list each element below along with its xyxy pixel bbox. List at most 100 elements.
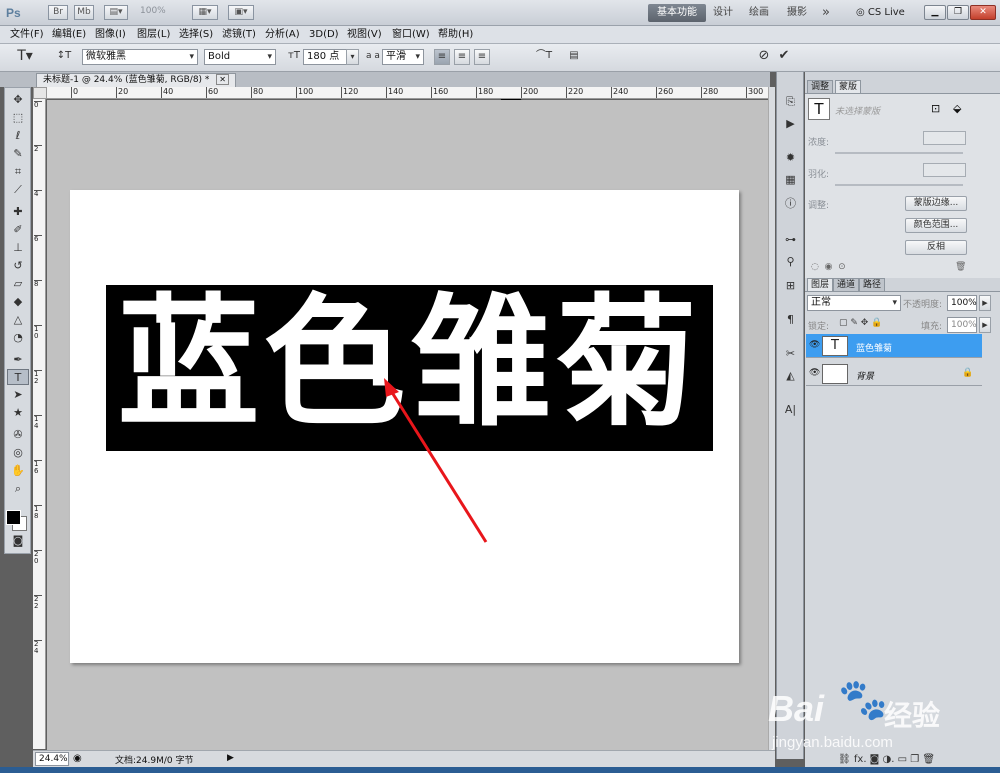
- paint-bucket-tool-icon[interactable]: ◆: [7, 294, 29, 310]
- status-menu-arrow-icon[interactable]: ▶: [227, 753, 234, 763]
- visibility-eye-icon[interactable]: 👁: [809, 368, 820, 378]
- vertical-ruler[interactable]: 0 2 4 6 8 1 0 1 2 1 4 1 6 1 8 2 0 2 2 2 …: [33, 99, 46, 749]
- feather-field[interactable]: [923, 163, 966, 177]
- quick-mask-icon[interactable]: ◙: [7, 533, 29, 549]
- brushes-panel-icon[interactable]: ✂: [782, 346, 799, 362]
- clone-source-icon[interactable]: ⚲: [782, 254, 799, 270]
- menu-help[interactable]: 帮助(H): [438, 27, 473, 43]
- mask-footer-icons[interactable]: ◌ ◉ ⊙: [811, 262, 846, 272]
- mini-bridge-icon[interactable]: Mb: [74, 5, 94, 20]
- text-orientation-icon[interactable]: ↕T: [56, 49, 72, 65]
- menu-3d[interactable]: 3D(D): [309, 27, 339, 43]
- swatches-panel-icon[interactable]: ▦: [782, 172, 799, 188]
- screen-mode-icon[interactable]: ▣▾: [228, 5, 254, 20]
- workspace-painting[interactable]: 绘画: [746, 4, 772, 22]
- menu-select[interactable]: 选择(S): [179, 27, 213, 43]
- font-family-dropdown[interactable]: 微软雅黑: [82, 49, 198, 65]
- arrange-documents-icon[interactable]: ▦▾: [192, 5, 218, 20]
- clone-stamp-tool-icon[interactable]: ⊥: [7, 240, 29, 256]
- quick-selection-tool-icon[interactable]: ✎: [7, 146, 29, 162]
- menu-view[interactable]: 视图(V): [347, 27, 382, 43]
- feather-slider[interactable]: [835, 184, 963, 186]
- close-tab-icon[interactable]: ✕: [216, 74, 229, 85]
- character-panel-icon[interactable]: ▤: [566, 49, 582, 65]
- paragraph-panel-icon[interactable]: ¶: [782, 312, 799, 328]
- hand-tool-icon[interactable]: ✋: [7, 463, 29, 479]
- pen-tool-icon[interactable]: ✒: [7, 352, 29, 368]
- lock-icons[interactable]: ▢ ✎ ✥ 🔒: [839, 318, 882, 328]
- opacity-slider-button[interactable]: ▶: [979, 295, 991, 311]
- delete-mask-icon[interactable]: 🗑: [955, 262, 966, 272]
- menu-image[interactable]: 图像(I): [95, 27, 126, 43]
- workspace-design[interactable]: 设计: [710, 4, 736, 22]
- cs-live-button[interactable]: ◎ CS Live: [856, 4, 905, 22]
- 3d-rotate-tool-icon[interactable]: ✇: [7, 427, 29, 443]
- workspace-photography[interactable]: 摄影: [784, 4, 810, 22]
- menu-analysis[interactable]: 分析(A): [265, 27, 300, 43]
- minimize-button[interactable]: ▁: [924, 5, 946, 20]
- menu-edit[interactable]: 编辑(E): [52, 27, 86, 43]
- tool-presets-icon[interactable]: ⊞: [782, 278, 799, 294]
- eyedropper-tool-icon[interactable]: ⟋: [7, 182, 29, 198]
- density-slider[interactable]: [835, 152, 963, 154]
- visibility-eye-icon[interactable]: 👁: [809, 340, 820, 350]
- tool-preset-icon[interactable]: T▾: [12, 49, 38, 65]
- menu-file[interactable]: 文件(F): [10, 27, 44, 43]
- restore-button[interactable]: ❐: [947, 5, 969, 20]
- shape-tool-icon[interactable]: ★: [7, 405, 29, 421]
- document-tab[interactable]: 未标题-1 @ 24.4% (蓝色雏菊, RGB/8) * ✕: [36, 73, 236, 87]
- color-panel-icon[interactable]: ✹: [782, 150, 799, 166]
- menu-filter[interactable]: 滤镜(T): [222, 27, 256, 43]
- history-panel-icon[interactable]: ⎘: [782, 94, 799, 110]
- status-info-icon[interactable]: ◉: [73, 753, 82, 764]
- move-tool-icon[interactable]: ✥: [7, 92, 29, 108]
- commit-edit-icon[interactable]: ✔: [776, 49, 792, 65]
- layers-footer-icons[interactable]: ⛓ fx. ◙ ◑. ▭ ❐ 🗑: [838, 754, 935, 765]
- path-selection-tool-icon[interactable]: ➤: [7, 387, 29, 403]
- brush-tool-icon[interactable]: ✐: [7, 222, 29, 238]
- healing-brush-tool-icon[interactable]: ✚: [7, 204, 29, 220]
- cancel-edit-icon[interactable]: ⊘: [756, 49, 772, 65]
- actions-panel-icon[interactable]: ▶: [782, 116, 799, 132]
- opacity-field[interactable]: 100%: [947, 295, 977, 311]
- font-size-field[interactable]: 180 点: [303, 49, 347, 65]
- foreground-color-swatch[interactable]: [6, 510, 21, 525]
- layer-name[interactable]: 背景: [856, 369, 874, 382]
- mask-edge-button[interactable]: 蒙版边缘...: [905, 196, 967, 211]
- 3d-orbit-tool-icon[interactable]: ◎: [7, 445, 29, 461]
- history-brush-tool-icon[interactable]: ↺: [7, 258, 29, 274]
- zoom-tool-icon[interactable]: ⌕: [7, 481, 29, 497]
- font-style-dropdown[interactable]: Bold: [204, 49, 276, 65]
- character-panel-icon[interactable]: A|: [782, 402, 799, 418]
- menu-window[interactable]: 窗口(W): [392, 27, 430, 43]
- tab-adjustments[interactable]: 调整: [807, 80, 834, 93]
- close-window-button[interactable]: ✕: [970, 5, 996, 20]
- eraser-tool-icon[interactable]: ▱: [7, 276, 29, 292]
- workspace-essentials[interactable]: 基本功能: [648, 4, 706, 22]
- text-tool-icon[interactable]: T: [7, 369, 29, 385]
- density-field[interactable]: [923, 131, 966, 145]
- layer-name[interactable]: 蓝色雏菊: [856, 341, 892, 354]
- view-extras-icon[interactable]: ▤▾: [104, 5, 128, 20]
- vertical-scrollbar[interactable]: [768, 87, 775, 750]
- horizontal-ruler[interactable]: 0 20 40 60 80 100 120 140 160 180 200 22…: [47, 87, 768, 99]
- invert-button[interactable]: 反相: [905, 240, 967, 255]
- tab-channels[interactable]: 通道: [833, 278, 860, 291]
- tab-masks[interactable]: 蒙版: [835, 80, 862, 93]
- marquee-tool-icon[interactable]: ⬚: [7, 110, 29, 126]
- lasso-tool-icon[interactable]: ℓ: [7, 128, 29, 144]
- align-left-button[interactable]: ≡: [434, 49, 450, 65]
- menu-layer[interactable]: 图层(L): [137, 27, 170, 43]
- zoom-level-dropdown[interactable]: 100%: [140, 6, 166, 16]
- pixel-mask-icon[interactable]: ⊡: [931, 102, 940, 115]
- dodge-tool-icon[interactable]: ◔: [7, 330, 29, 346]
- blend-mode-dropdown[interactable]: 正常: [807, 295, 901, 311]
- align-center-button[interactable]: ≡: [454, 49, 470, 65]
- align-right-button[interactable]: ≡: [474, 49, 490, 65]
- tab-paths[interactable]: 路径: [859, 278, 886, 291]
- info-panel-icon[interactable]: ⓘ: [782, 196, 799, 212]
- font-size-dropdown-button[interactable]: ▾: [346, 49, 359, 65]
- fill-field[interactable]: 100%: [947, 317, 977, 333]
- vector-mask-icon[interactable]: ⬙: [953, 102, 961, 115]
- layer-row-background[interactable]: 👁 背景 🔒: [806, 362, 982, 386]
